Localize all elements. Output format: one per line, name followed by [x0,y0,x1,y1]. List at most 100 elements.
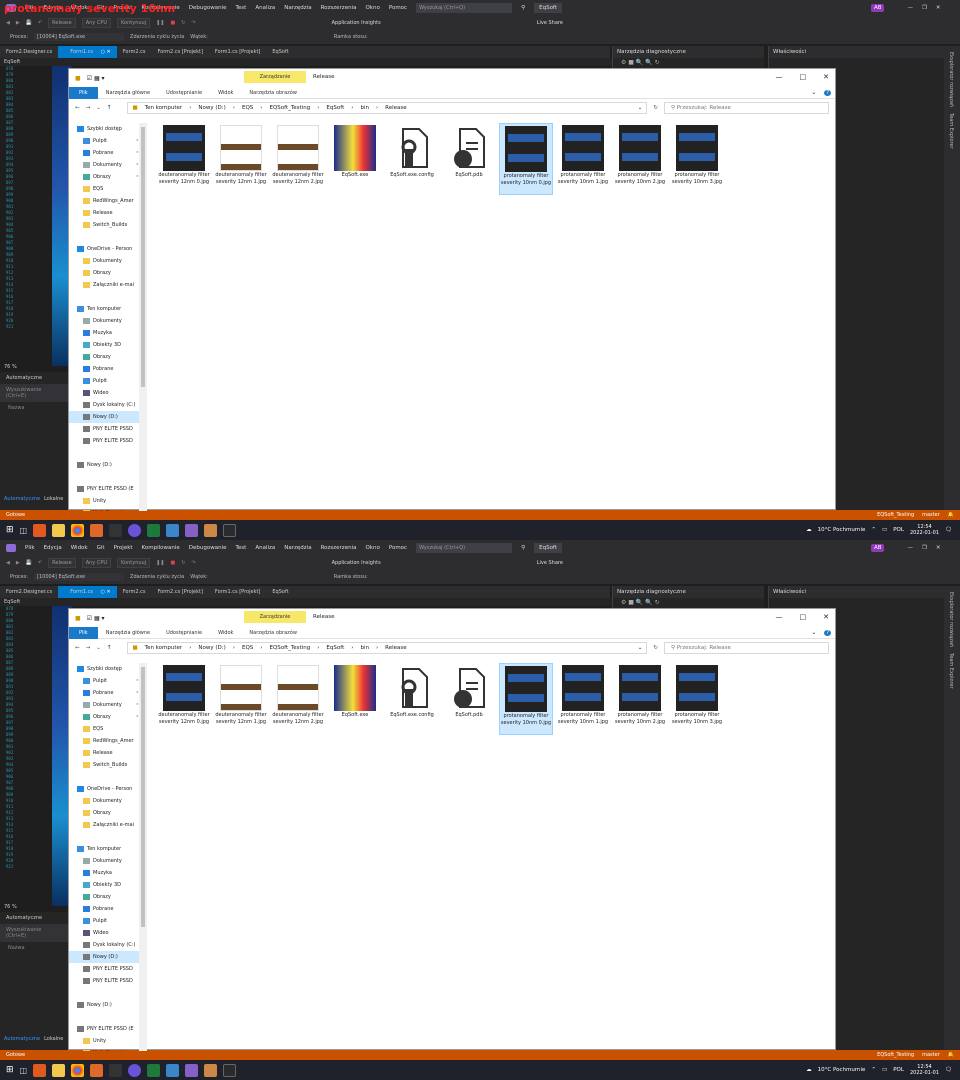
menu-item[interactable]: Okno [365,545,379,551]
nav-item[interactable]: Pobrane ‣ [69,147,147,159]
file-item[interactable]: protanomaly filter severity 10nm 1.jpg [556,663,610,735]
save-icon[interactable]: 💾 [26,560,32,566]
ribbon-expand-icon[interactable]: ⌄ [803,89,824,96]
nav-item[interactable]: Ten komputer [69,843,147,855]
menu-item[interactable]: Git [97,545,105,551]
lifecycle-dropdown[interactable]: Zdarzenia cyklu życia [130,574,184,580]
search-icon[interactable]: ⚲ [521,545,525,551]
file-item[interactable]: EqSoft.exe [328,663,382,735]
close-icon[interactable]: ✕ [936,545,941,551]
breadcrumb-item[interactable]: Release [385,645,407,651]
breadcrumb-item[interactable]: bin [360,105,369,111]
class-dropdown[interactable]: EqSoft [0,598,612,606]
photos-icon[interactable] [166,1063,180,1077]
tab-autos[interactable]: Automatyczne [4,496,40,502]
browser-icon[interactable] [128,523,142,537]
nav-item[interactable]: Załączniki e-mai [69,279,147,291]
nav-scrollbar[interactable] [139,663,147,1051]
nav-item[interactable]: Dysk lokalny (C:) [69,939,147,951]
file-item[interactable]: protanomaly filter severity 10nm 3.jpg [670,663,724,735]
nav-item[interactable]: Dokumenty ‣ [69,159,147,171]
blender-icon[interactable] [90,523,104,537]
zoom-level[interactable]: 76 % [4,904,17,910]
chrome-icon[interactable] [71,523,85,537]
weather-text[interactable]: 10°C Pochmurnie [818,1067,866,1073]
nav-item[interactable]: Nowy (D:) [69,951,147,963]
back-icon[interactable]: ◀ [6,20,10,26]
menu-item[interactable]: Test [236,545,247,551]
network-icon[interactable]: ▭ [882,1067,887,1073]
breadcrumb-item[interactable]: EqSoft [326,645,344,651]
config-dropdown[interactable]: Release [48,558,76,568]
nav-item[interactable]: Dysk lokalny (C:) [69,399,147,411]
close-icon[interactable]: ✕ [823,613,829,621]
tab-form1[interactable]: Form1.cs ○ ✕ [58,586,117,598]
breadcrumb-item[interactable]: Nowy (D:) [198,105,225,111]
nav-item[interactable]: OneDrive - Person [69,243,147,255]
close-icon[interactable]: ✕ [936,5,941,11]
file-item[interactable]: deuteranomaly filter severity 12nm 0.jpg [157,123,211,195]
nav-item[interactable]: EQS [69,183,147,195]
file-explorer-icon[interactable] [52,523,66,537]
step-icon[interactable]: ↷ [191,20,195,26]
app-icon[interactable] [33,1063,47,1077]
explorer-search-input[interactable]: ⚲ Przeszukaj: Release [664,642,829,654]
user-avatar[interactable]: AB [870,4,885,12]
nav-item[interactable]: Nowy (D:) [69,999,147,1011]
file-item[interactable]: deuteranomaly filter severity 12nm 1.jpg [214,663,268,735]
tab-form2-designer[interactable]: Form2.Designer.cs [0,46,58,58]
nav-item[interactable]: PNY ELITE PSSD (E [69,1023,147,1035]
tab-locals[interactable]: Lokalne [44,496,63,502]
breadcrumb-item[interactable]: EQS [242,105,253,111]
app-insights-button[interactable]: Application Insights [332,560,381,566]
menu-item[interactable]: Debugowanie [189,545,227,551]
windows-start-icon[interactable]: ⊞ [6,1065,14,1075]
nav-item[interactable]: Załączniki e-mai [69,819,147,831]
nav-item[interactable]: Release [69,747,147,759]
browser-icon[interactable] [128,1063,142,1077]
nav-item[interactable]: Dokumenty [69,315,147,327]
app2-icon[interactable] [223,1063,237,1077]
minimize-icon[interactable]: — [776,73,783,81]
file-item[interactable]: EqSoft.exe [328,123,382,195]
up-arrow-icon[interactable]: ↑ [107,645,112,651]
nav-item[interactable]: Ten komputer [69,303,147,315]
ribbon-expand-icon[interactable]: ⌄ [803,629,824,636]
breadcrumb-item[interactable]: EQSoft_Testing [269,105,310,111]
paint-icon[interactable] [204,523,218,537]
help-icon[interactable]: ? [824,629,831,636]
nav-item[interactable]: Switch_Builds [69,759,147,771]
tab-form1-project[interactable]: Form1.cs [Projekt] [209,586,266,598]
restore-icon[interactable]: ❐ [922,545,927,551]
ribbon-tab-picture-tools[interactable]: Narzędzia obrazów [241,90,305,96]
bell-icon[interactable]: 🔔 [948,1052,954,1058]
nav-item[interactable]: RedWings_Amer [69,195,147,207]
address-dropdown-icon[interactable]: ⌄ [638,105,643,111]
tab-form2-project[interactable]: Form2.cs [Projekt] [151,46,208,58]
minimize-icon[interactable]: — [907,5,913,11]
nav-item[interactable]: Pulpit ‣ [69,135,147,147]
breadcrumb-item[interactable]: bin [360,645,369,651]
refresh-icon[interactable]: ↻ [653,645,658,651]
nav-item[interactable]: PNY ELITE PSSD [69,963,147,975]
file-explorer-icon[interactable] [52,1063,66,1077]
nav-item[interactable]: Obrazy [69,351,147,363]
nav-scroll-thumb[interactable] [141,667,145,927]
zoom-level[interactable]: 76 % [4,364,17,370]
language-indicator[interactable]: POL [893,527,904,533]
menu-item[interactable]: Rozszerzenia [321,545,357,551]
nav-item[interactable]: Szybki dostęp [69,663,147,675]
breadcrumb-item[interactable]: Release [385,105,407,111]
breadcrumb-item[interactable]: EQS [242,645,253,651]
branch-name[interactable]: master [922,512,940,518]
app-insights-button[interactable]: Application Insights [332,20,381,26]
nav-item[interactable]: Nowy (D:) [69,411,147,423]
live-share-button[interactable]: Live Share [537,20,563,26]
nav-scroll-thumb[interactable] [141,127,145,387]
menu-item[interactable]: Analiza [255,5,275,11]
bell-icon[interactable]: 🔔 [948,512,954,518]
notifications-icon[interactable]: 🗨 [945,527,952,533]
file-item[interactable]: EqSoft.pdb [442,663,496,735]
file-item[interactable]: EqSoft.exe.config [385,663,439,735]
autos-search[interactable]: Wyszukiwanie (Ctrl+E) [0,924,68,942]
